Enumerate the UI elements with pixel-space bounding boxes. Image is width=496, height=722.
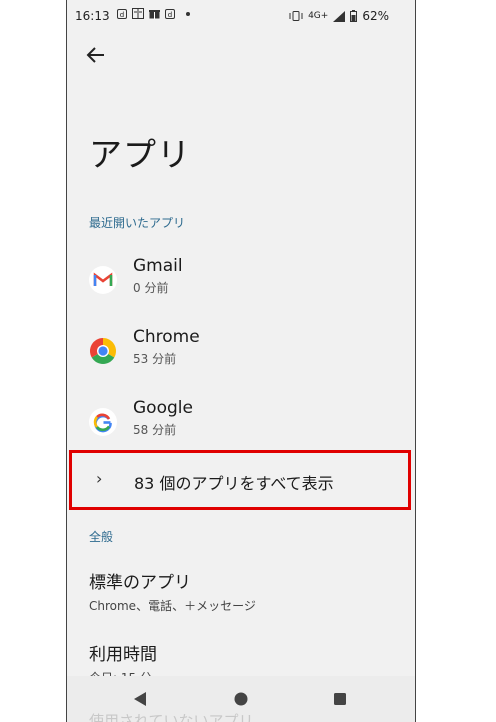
google-icon — [89, 408, 117, 436]
recent-app-google[interactable]: Google 58 分前 — [67, 398, 415, 458]
chevron-right-icon: › — [96, 469, 103, 488]
item-title: 標準のアプリ — [89, 573, 191, 593]
page-title: アプリ — [89, 135, 191, 174]
back-arrow-icon[interactable] — [85, 44, 107, 66]
app-d-icon-2: d — [165, 8, 175, 19]
nav-back-icon[interactable] — [133, 692, 147, 706]
default-apps-item[interactable]: 標準のアプリ Chrome、電話、＋メッセージ — [89, 568, 256, 614]
chrome-icon — [89, 337, 117, 365]
app-d-icon: d — [117, 8, 127, 19]
system-icons: 4G+ 62% — [289, 9, 389, 23]
nav-recents-icon[interactable] — [333, 692, 347, 706]
status-time: 16:13 — [75, 9, 110, 23]
app-last-used: 53 分前 — [133, 352, 177, 366]
battery-icon — [350, 10, 358, 22]
book-icon — [132, 8, 144, 19]
item-title: 利用時間 — [89, 645, 157, 665]
general-header: 全般 — [89, 530, 114, 544]
battery-level: 62% — [362, 9, 389, 23]
show-all-apps-label: 83 個のアプリをすべて表示 — [134, 474, 334, 493]
app-name: Google — [133, 398, 193, 418]
gift-icon — [149, 10, 160, 19]
unused-apps-item-partial: 使用されていないアプリ — [89, 712, 254, 722]
nav-home-icon[interactable] — [234, 692, 248, 706]
more-notifications-dot — [186, 11, 190, 16]
app-last-used: 58 分前 — [133, 423, 177, 437]
phone-screen: 16:13 d d 4G+ 62% アプリ 最近開いたアプリ Gmail 0 分… — [66, 0, 416, 722]
item-summary: Chrome、電話、＋メッセージ — [89, 599, 256, 613]
recent-app-gmail[interactable]: Gmail 0 分前 — [67, 256, 415, 316]
network-type: 4G+ — [308, 11, 329, 21]
app-last-used: 0 分前 — [133, 281, 169, 295]
recent-apps-header: 最近開いたアプリ — [89, 216, 186, 230]
navigation-bar: 使用されていないアプリ — [67, 676, 415, 722]
gmail-icon — [89, 266, 117, 294]
show-all-apps-button[interactable]: › 83 個のアプリをすべて表示 — [69, 450, 411, 510]
app-name: Chrome — [133, 327, 200, 347]
recent-app-chrome[interactable]: Chrome 53 分前 — [67, 327, 415, 387]
app-name: Gmail — [133, 256, 183, 276]
signal-icon — [333, 10, 346, 22]
notification-icons: d d — [117, 8, 190, 19]
status-bar: 16:13 d d 4G+ 62% — [67, 0, 415, 32]
vibrate-icon — [289, 11, 303, 21]
